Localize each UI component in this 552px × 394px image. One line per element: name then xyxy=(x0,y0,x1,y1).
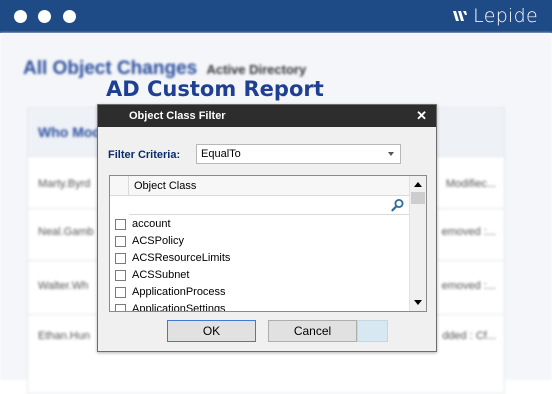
list-item-label: ACSSubnet xyxy=(132,269,190,281)
checkbox[interactable] xyxy=(115,287,126,298)
report-title: AD Custom Report xyxy=(106,77,324,101)
table-cell-action: Modifiec... xyxy=(445,178,496,190)
table-cell-who: Marty.Byrd xyxy=(38,178,91,190)
window-dot-2 xyxy=(38,10,51,23)
table-cell-action: emoved :... xyxy=(441,226,496,238)
filter-criteria-value: EqualTo xyxy=(201,148,241,160)
table-cell-action: dded : Cf... xyxy=(442,330,496,342)
filter-criteria-select[interactable]: EqualTo xyxy=(196,144,401,164)
scroll-up-icon[interactable] xyxy=(410,176,426,192)
dialog-titlebar: Object Class Filter ✕ xyxy=(98,105,436,127)
search-input[interactable] xyxy=(129,196,409,215)
close-icon[interactable]: ✕ xyxy=(416,108,427,124)
list-item[interactable]: ApplicationProcess xyxy=(110,284,409,301)
filter-criteria-label: Filter Criteria: xyxy=(108,149,181,161)
scroll-down-icon[interactable] xyxy=(410,295,426,311)
search-icon[interactable] xyxy=(391,198,405,212)
brand-name: Lepide xyxy=(473,5,538,27)
table-cell-who: Walter.Wh xyxy=(38,280,89,292)
page-subtitle: Active Directory xyxy=(206,62,307,77)
object-class-column-header[interactable]: Object Class xyxy=(134,180,196,192)
scrollbar-thumb[interactable] xyxy=(411,192,425,204)
background-column-header: Who Mod xyxy=(38,124,101,140)
checkbox-column-header[interactable] xyxy=(110,176,129,195)
object-class-list[interactable]: Object Class account ACSPolicy ACSResour… xyxy=(109,175,427,312)
list-item[interactable]: ACSResourceLimits xyxy=(110,250,409,267)
checkbox[interactable] xyxy=(115,304,126,311)
table-cell-action: emoved :... xyxy=(441,280,496,292)
checkbox[interactable] xyxy=(115,236,126,247)
cancel-button[interactable]: Cancel xyxy=(268,320,357,342)
list-item[interactable]: ACSPolicy xyxy=(110,233,409,250)
checkbox[interactable] xyxy=(115,253,126,264)
dialog-title: Object Class Filter xyxy=(129,110,226,122)
table-cell-who: Neal.Gamb xyxy=(38,226,94,238)
list-item-label: ACSPolicy xyxy=(132,235,184,247)
ok-button[interactable]: OK xyxy=(167,320,256,342)
page-title-text: All Object Changes xyxy=(23,58,198,79)
chevron-down-icon xyxy=(388,152,394,156)
top-bar: Lepide xyxy=(0,0,552,33)
button-highlight xyxy=(357,320,388,342)
checkbox[interactable] xyxy=(115,270,126,281)
list-item-label: account xyxy=(132,218,171,230)
list-item[interactable]: account xyxy=(110,216,409,233)
table-cell-who: Ethan.Hun xyxy=(38,330,90,342)
window-dot-1 xyxy=(14,10,27,23)
brand-logo: Lepide xyxy=(452,5,538,27)
list-item-label: ACSResourceLimits xyxy=(132,252,231,264)
list-header: Object Class xyxy=(110,176,409,196)
window-dot-3 xyxy=(63,10,76,23)
vertical-scrollbar[interactable] xyxy=(409,176,426,311)
list-item[interactable]: ApplicationSettings xyxy=(110,301,409,312)
lepide-logo-icon xyxy=(453,11,468,21)
list-item-label: ApplicationSettings xyxy=(132,303,226,312)
list-item[interactable]: ACSSubnet xyxy=(110,267,409,284)
list-item-label: ApplicationProcess xyxy=(132,286,226,298)
checkbox[interactable] xyxy=(115,219,126,230)
object-class-filter-dialog: Object Class Filter ✕ Filter Criteria: E… xyxy=(97,104,437,352)
